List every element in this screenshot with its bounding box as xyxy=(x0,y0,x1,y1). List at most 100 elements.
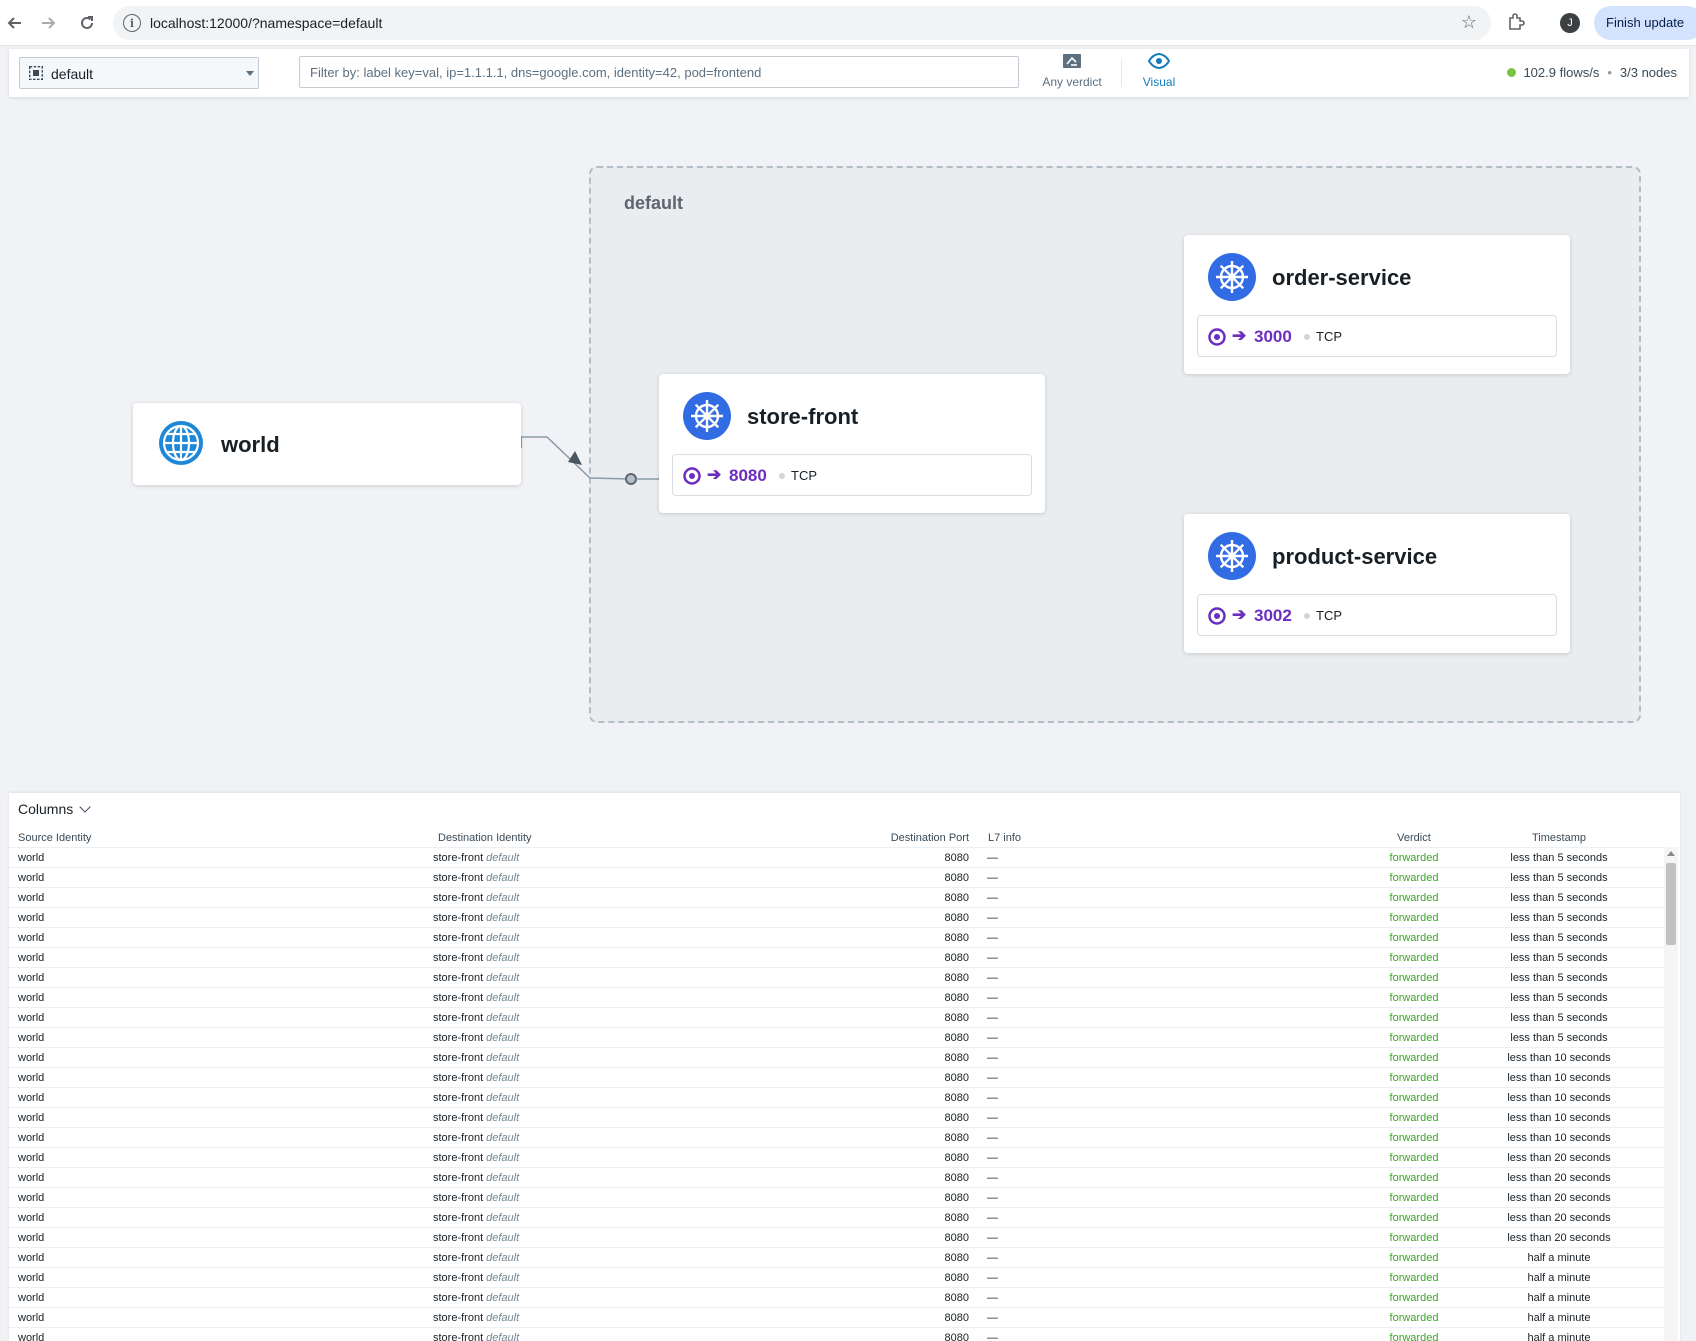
table-row[interactable]: world store-front default 8080 — forwarded les… xyxy=(9,1067,1664,1087)
arrow-right-icon: ➔ xyxy=(1232,326,1247,345)
destination-name: store-front xyxy=(433,992,484,1004)
source-identity-cell: world xyxy=(18,1032,45,1044)
table-row[interactable]: world store-front default 8080 — forwarded les… xyxy=(9,987,1664,1007)
namespace-selector[interactable]: default xyxy=(19,57,259,89)
table-row[interactable]: world store-front default 8080 — forwarded les… xyxy=(9,1167,1664,1187)
source-identity-cell: world xyxy=(18,1292,45,1304)
timestamp-cell: half a minute xyxy=(1527,1332,1591,1341)
table-row[interactable]: world store-front default 8080 — forwarded les… xyxy=(9,887,1664,907)
timestamp-cell: less than 20 seconds xyxy=(1507,1172,1611,1184)
table-row[interactable]: world store-front default 8080 — forwarded les… xyxy=(9,1187,1664,1207)
scroll-up-icon[interactable] xyxy=(1667,851,1675,856)
store-front-endpoint[interactable]: ➔ 8080 TCP xyxy=(672,454,1032,496)
address-bar[interactable]: i localhost:12000/?namespace=default ☆ xyxy=(113,6,1491,40)
columns-menu-button[interactable]: Columns xyxy=(18,801,91,817)
source-identity-cell: world xyxy=(18,1212,45,1224)
l7-info-cell: — xyxy=(987,1232,998,1244)
destination-namespace: default xyxy=(486,1312,520,1324)
table-row[interactable]: world store-front default 8080 — forwarded les… xyxy=(9,1147,1664,1167)
scrollbar-thumb[interactable] xyxy=(1666,863,1676,945)
destination-port-cell: 8080 xyxy=(944,912,969,924)
visual-view-button[interactable]: Visual xyxy=(1129,52,1189,93)
table-row[interactable]: world store-front default 8080 — forwarded hal… xyxy=(9,1307,1664,1327)
destination-name: store-front xyxy=(433,932,484,944)
table-row[interactable]: world store-front default 8080 — forwarded les… xyxy=(9,907,1664,927)
table-row[interactable]: world store-front default 8080 — forwarded les… xyxy=(9,1047,1664,1067)
table-row[interactable]: world store-front default 8080 — forwarded les… xyxy=(9,1007,1664,1027)
verdict-icon xyxy=(1063,54,1081,68)
flows-scrollbar[interactable] xyxy=(1664,847,1678,1341)
finish-update-button[interactable]: Finish update ⋮ xyxy=(1594,6,1696,40)
destination-identity-cell: store-front default xyxy=(433,1292,519,1304)
kubernetes-icon xyxy=(1208,532,1256,580)
l7-info-cell: — xyxy=(987,1092,998,1104)
header-destination-identity[interactable]: Destination Identity xyxy=(438,832,532,844)
table-row[interactable]: world store-front default 8080 — forwarded hal… xyxy=(9,1267,1664,1287)
l7-info-cell: — xyxy=(987,1332,998,1341)
kebab-menu-icon[interactable]: ⋮ xyxy=(1692,13,1696,33)
table-row[interactable]: world store-front default 8080 — forwarded les… xyxy=(9,1027,1664,1047)
world-card[interactable]: world xyxy=(133,403,521,485)
destination-identity-cell: store-front default xyxy=(433,1232,519,1244)
table-row[interactable]: world store-front default 8080 — forwarded les… xyxy=(9,1127,1664,1147)
l7-info-cell: — xyxy=(987,1032,998,1044)
verdict-cell: forwarded xyxy=(1389,1192,1439,1204)
destination-namespace: default xyxy=(486,1152,520,1164)
order-service-endpoint[interactable]: ➔ 3000 TCP xyxy=(1197,315,1557,357)
reload-icon[interactable] xyxy=(74,10,100,36)
source-identity-cell: world xyxy=(18,932,45,944)
order-service-card[interactable]: order-service ➔ 3000 TCP xyxy=(1184,235,1570,374)
destination-name: store-front xyxy=(433,952,484,964)
destination-identity-cell: store-front default xyxy=(433,992,519,1004)
site-info-icon[interactable]: i xyxy=(123,14,141,32)
table-row[interactable]: world store-front default 8080 — forwarded les… xyxy=(9,967,1664,987)
header-destination-port[interactable]: Destination Port xyxy=(861,832,969,844)
forward-icon[interactable] xyxy=(35,10,61,36)
l7-info-cell: — xyxy=(987,1132,998,1144)
flow-filter-input[interactable] xyxy=(299,56,1019,88)
timestamp-cell: less than 5 seconds xyxy=(1510,992,1608,1004)
table-row[interactable]: world store-front default 8080 — forwarded hal… xyxy=(9,1247,1664,1267)
product-service-protocol: TCP xyxy=(1316,608,1342,623)
table-row[interactable]: world store-front default 8080 — forwarded les… xyxy=(9,1107,1664,1127)
flows-table-body: world store-front default 8080— forwarded les… xyxy=(9,847,1664,1341)
columns-label: Columns xyxy=(18,801,74,817)
service-map[interactable]: default world store-front ➔ 8080 TCP ord… xyxy=(0,97,1696,787)
timestamp-cell: less than 5 seconds xyxy=(1510,972,1608,984)
bookmark-star-icon[interactable]: ☆ xyxy=(1461,12,1477,33)
table-row[interactable]: world store-front default 8080 — forwarded les… xyxy=(9,1207,1664,1227)
header-verdict[interactable]: Verdict xyxy=(1369,832,1459,844)
l7-info-cell: — xyxy=(987,992,998,1004)
destination-port-cell: 8080 xyxy=(944,872,969,884)
table-row[interactable]: world store-front default 8080 — forwarded hal… xyxy=(9,1327,1664,1341)
table-row[interactable]: world store-front default 8080 — forwarded les… xyxy=(9,927,1664,947)
back-icon[interactable] xyxy=(2,10,28,36)
verdict-filter-button[interactable]: Any verdict xyxy=(1035,53,1109,93)
verdict-cell: forwarded xyxy=(1389,852,1439,864)
product-service-card[interactable]: product-service ➔ 3002 TCP xyxy=(1184,514,1570,653)
table-row[interactable]: world store-front default 8080 — forwarded les… xyxy=(9,847,1664,867)
l7-info-cell: — xyxy=(987,952,998,964)
source-identity-cell: world xyxy=(18,872,45,884)
profile-avatar[interactable]: J xyxy=(1560,13,1580,33)
chevron-down-icon xyxy=(79,801,91,813)
product-service-endpoint[interactable]: ➔ 3002 TCP xyxy=(1197,594,1557,636)
table-row[interactable]: world store-front default 8080 — forwarded hal… xyxy=(9,1287,1664,1307)
table-row[interactable]: world store-front default 8080 — forwarded les… xyxy=(9,1227,1664,1247)
header-timestamp[interactable]: Timestamp xyxy=(1489,832,1629,844)
extensions-icon[interactable] xyxy=(1506,12,1526,32)
destination-namespace: default xyxy=(486,1272,520,1284)
verdict-cell: forwarded xyxy=(1389,1272,1439,1284)
source-identity-cell: world xyxy=(18,1312,45,1324)
table-row[interactable]: world store-front default 8080 — forwarded les… xyxy=(9,947,1664,967)
header-source-identity[interactable]: Source Identity xyxy=(18,832,91,844)
destination-port-cell: 8080 xyxy=(944,1212,969,1224)
source-identity-cell: world xyxy=(18,1332,45,1341)
destination-identity-cell: store-front default xyxy=(433,1112,519,1124)
table-row[interactable]: world store-front default 8080 — forwarded les… xyxy=(9,867,1664,887)
table-row[interactable]: world store-front default 8080 — forwarded les… xyxy=(9,1087,1664,1107)
destination-name: store-front xyxy=(433,1332,484,1341)
header-l7-info[interactable]: L7 info xyxy=(988,832,1021,844)
destination-namespace: default xyxy=(486,1192,520,1204)
store-front-card[interactable]: store-front ➔ 8080 TCP xyxy=(659,374,1045,513)
